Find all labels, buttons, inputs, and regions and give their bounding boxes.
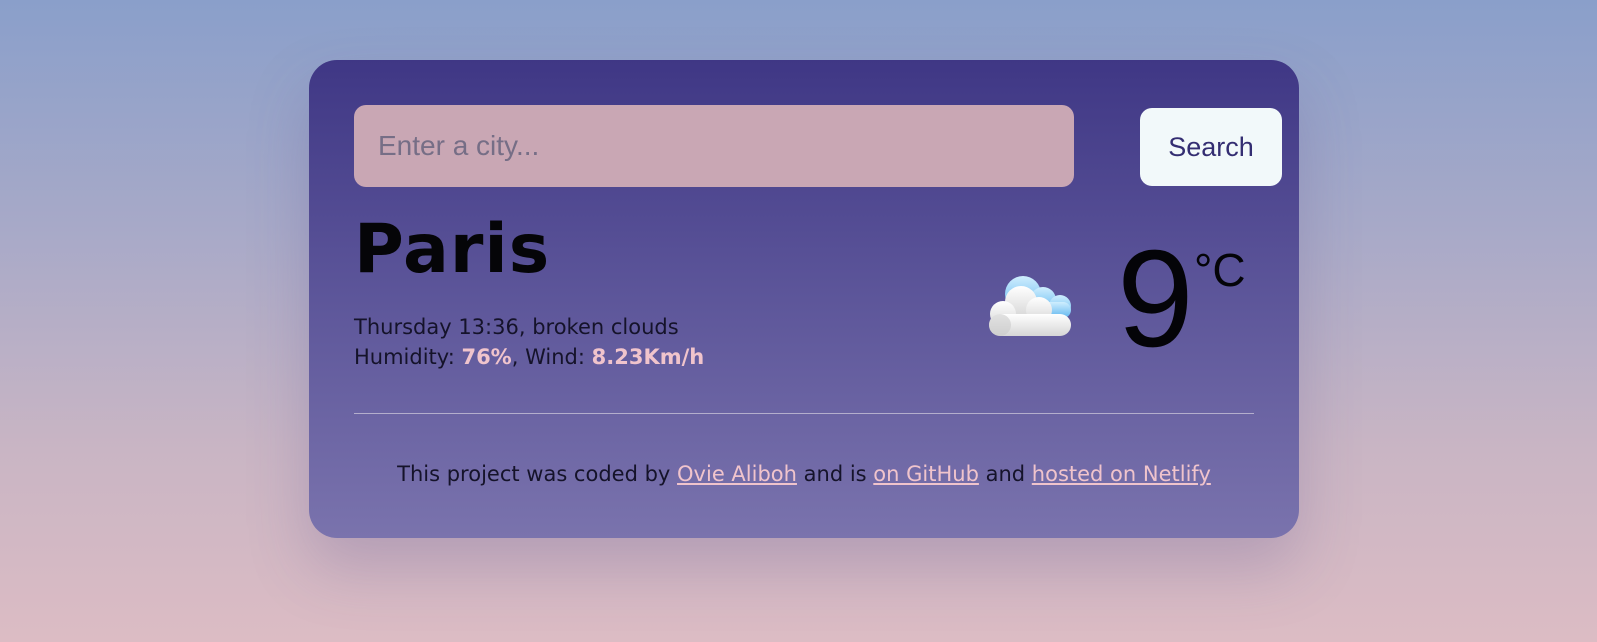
footer-text-2: and is	[803, 462, 867, 486]
humidity-label: Humidity:	[354, 345, 455, 369]
author-link[interactable]: Ovie Aliboh	[677, 462, 797, 486]
footer-text-3: and	[985, 462, 1026, 486]
search-form: Search	[354, 105, 1282, 187]
temperature-value: 9	[1117, 222, 1194, 376]
divider	[354, 413, 1254, 414]
weather-description: broken clouds	[532, 315, 679, 339]
city-search-input[interactable]	[354, 105, 1074, 187]
wind-label: Wind:	[525, 345, 585, 369]
humidity-wind-line: Humidity: 76%, Wind: 8.23Km/h	[354, 345, 705, 369]
temperature-unit: °C	[1194, 244, 1246, 296]
footer-text-1: This project was coded by	[397, 462, 671, 486]
broken-clouds-icon	[983, 272, 1075, 340]
github-link[interactable]: on GitHub	[873, 462, 979, 486]
search-button[interactable]: Search	[1140, 108, 1282, 186]
footer-credits: This project was coded by Ovie Aliboh an…	[309, 462, 1299, 486]
humidity-value: 76%	[461, 345, 512, 369]
day-time: Thursday 13:36	[354, 315, 519, 339]
netlify-link[interactable]: hosted on Netlify	[1032, 462, 1211, 486]
city-name: Paris	[354, 210, 551, 289]
wind-value: 8.23Km/h	[591, 345, 705, 369]
weather-details: Thursday 13:36, broken clouds Humidity: …	[354, 312, 704, 372]
date-description-line: Thursday 13:36, broken clouds	[354, 315, 679, 339]
weather-card: Search Paris Thursday 13:36, broken clou…	[309, 60, 1299, 538]
